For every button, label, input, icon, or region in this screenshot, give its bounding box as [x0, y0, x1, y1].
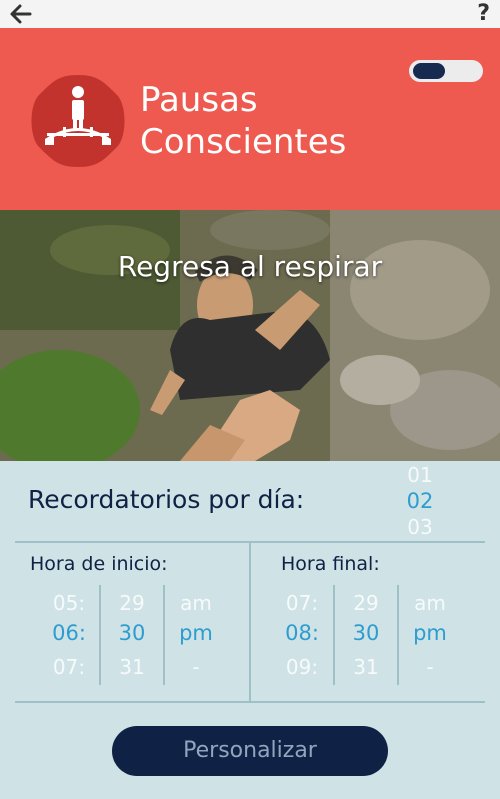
- toggle-knob[interactable]: [413, 63, 445, 79]
- customize-button[interactable]: Personalizar: [112, 726, 388, 776]
- picker-next-value[interactable]: 07:: [40, 655, 98, 679]
- top-bar: ?: [0, 0, 500, 28]
- person-on-bridge-icon: [31, 75, 125, 167]
- reminders-picker[interactable]: 01 02 03: [395, 461, 445, 539]
- enable-toggle[interactable]: [409, 60, 483, 82]
- picker-prev-value[interactable]: 01: [395, 463, 445, 487]
- picker-next-value[interactable]: 03: [395, 515, 445, 539]
- app-title-line1: Pausas: [140, 80, 258, 120]
- picker-prev-value[interactable]: 07:: [273, 591, 331, 615]
- picker-separator: [99, 585, 101, 685]
- app-header: Pausas Conscientes: [0, 28, 500, 210]
- picker-next-value[interactable]: 31: [338, 655, 394, 679]
- end-time-label: Hora final:: [281, 553, 380, 575]
- picker-selected-value[interactable]: pm: [168, 621, 224, 645]
- picker-prev-value[interactable]: am: [168, 591, 224, 615]
- picker-next-value[interactable]: 31: [104, 655, 160, 679]
- picker-separator: [333, 585, 335, 685]
- end-ampm-picker[interactable]: am pm -: [402, 587, 458, 687]
- arrow-left-icon[interactable]: [8, 2, 34, 26]
- picker-prev-value[interactable]: 29: [338, 591, 394, 615]
- start-hour-picker[interactable]: 05: 06: 07:: [40, 587, 98, 687]
- picker-separator: [163, 585, 165, 685]
- picker-prev-value[interactable]: 05:: [40, 591, 98, 615]
- picker-prev-value[interactable]: am: [402, 591, 458, 615]
- picker-selected-value[interactable]: 08:: [273, 621, 331, 645]
- picker-selected-value[interactable]: 06:: [40, 621, 98, 645]
- start-time-label: Hora de inicio:: [30, 553, 168, 575]
- banner-caption: Regresa al respirar: [117, 250, 383, 283]
- end-minute-picker[interactable]: 29 30 31: [338, 587, 394, 687]
- picker-next-value[interactable]: -: [402, 655, 458, 679]
- end-hour-picker[interactable]: 07: 08: 09:: [273, 587, 331, 687]
- picker-prev-value[interactable]: 29: [104, 591, 160, 615]
- picker-separator: [397, 585, 399, 685]
- hiker-photo: [0, 210, 500, 461]
- reminders-label: Recordatorios por día:: [28, 485, 305, 514]
- help-button[interactable]: ?: [477, 1, 490, 26]
- banner-image: Regresa al respirar: [0, 210, 500, 461]
- picker-selected-value[interactable]: pm: [402, 621, 458, 645]
- picker-selected-value[interactable]: 30: [104, 621, 160, 645]
- picker-next-value[interactable]: -: [168, 655, 224, 679]
- settings-panel: Recordatorios por día: 01 02 03 Hora de …: [0, 461, 500, 799]
- picker-selected-value[interactable]: 30: [338, 621, 394, 645]
- app-title-line2: Conscientes: [140, 122, 347, 162]
- picker-next-value[interactable]: 09:: [273, 655, 331, 679]
- divider-bottom: [15, 701, 485, 703]
- start-ampm-picker[interactable]: am pm -: [168, 587, 224, 687]
- app-title: Pausas Conscientes: [140, 79, 346, 163]
- picker-selected-value[interactable]: 02: [395, 489, 445, 513]
- start-minute-picker[interactable]: 29 30 31: [104, 587, 160, 687]
- divider-vertical: [249, 543, 251, 701]
